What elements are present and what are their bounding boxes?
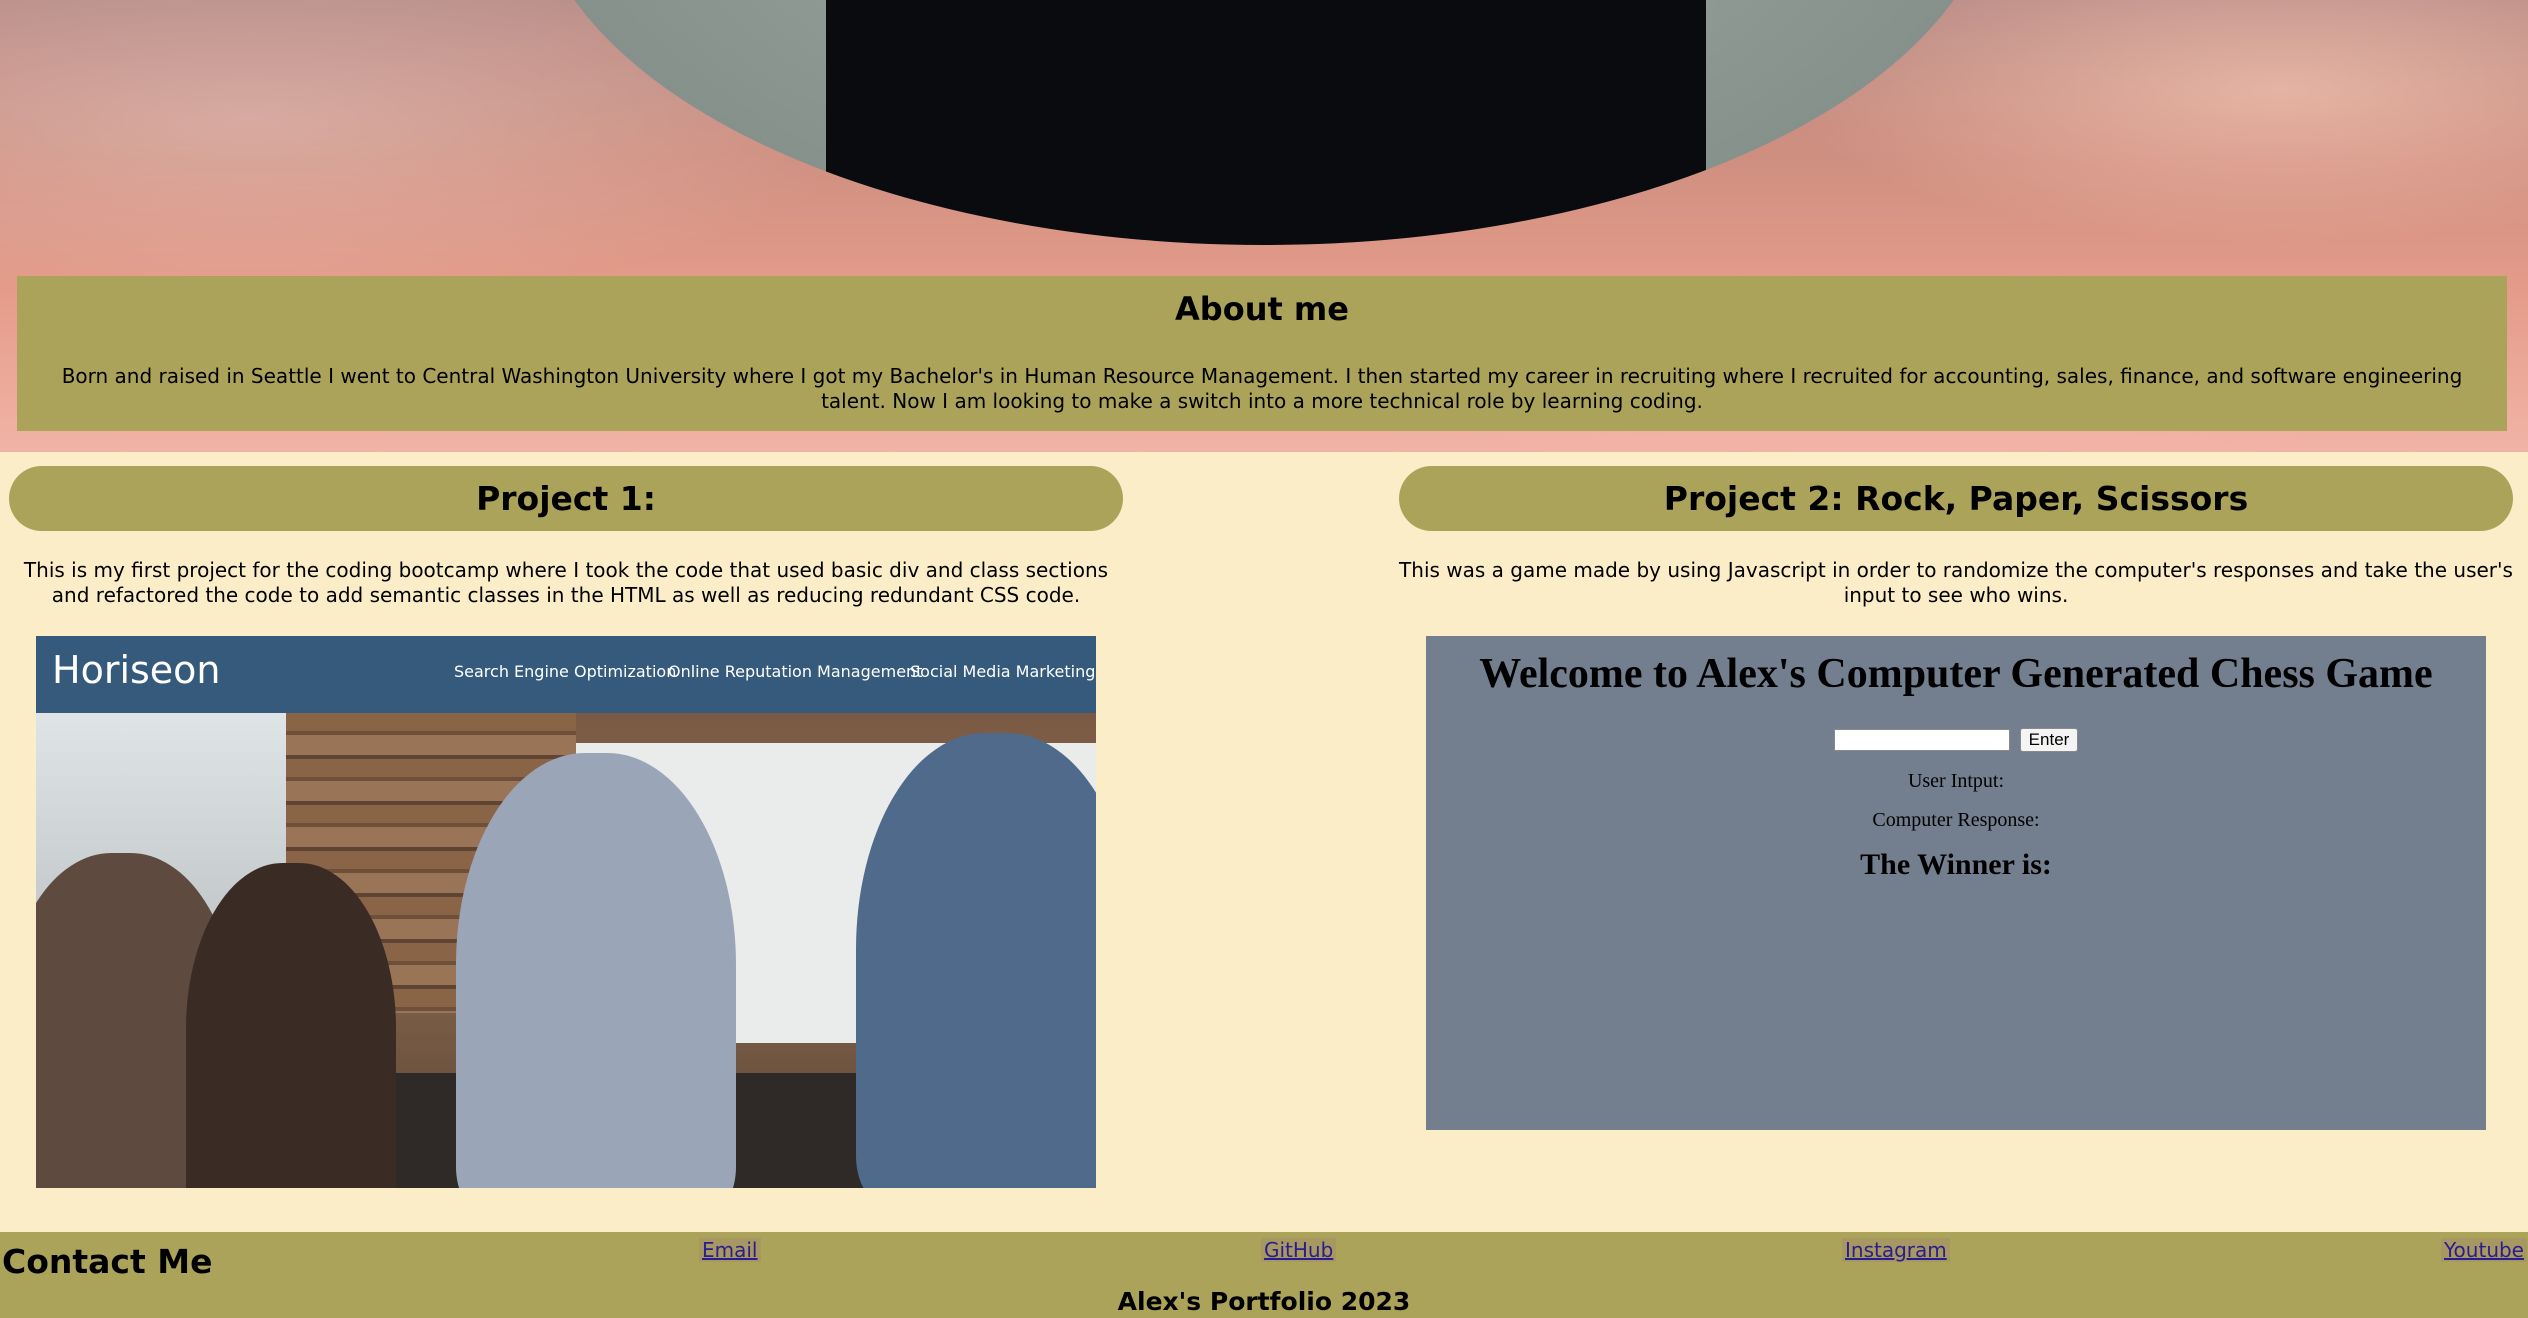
project-2-description: This was a game made by using Javascript…	[1399, 558, 2513, 607]
person-3	[456, 753, 736, 1188]
horiseon-nav-social: Social Media Marketing	[910, 662, 1096, 681]
github-link[interactable]: GitHub	[1261, 1238, 1337, 1262]
person-2	[186, 863, 396, 1188]
footer: Contact Me Email GitHub Instagram Youtub…	[0, 1232, 2528, 1318]
computer-response-label: Computer Response:	[1872, 809, 2040, 831]
user-input-label: User Intput:	[1907, 770, 2005, 792]
about-title: About me	[1175, 290, 1349, 328]
about-section: About me Born and raised in Seattle I we…	[17, 276, 2507, 431]
horiseon-nav-reputation: Online Reputation Management	[668, 662, 923, 681]
project-2-screenshot[interactable]: Welcome to Alex's Computer Generated Che…	[1426, 636, 2486, 1130]
instagram-link[interactable]: Instagram	[1842, 1238, 1950, 1262]
profile-silhouette	[826, 0, 1706, 245]
winner-label: The Winner is:	[1860, 848, 2052, 881]
project-2-title: Project 2: Rock, Paper, Scissors	[1399, 466, 2513, 531]
project-1-screenshot[interactable]: Horiseon Search Engine Optimization Onli…	[36, 636, 1096, 1188]
hero-banner: About me Born and raised in Seattle I we…	[0, 0, 2528, 452]
project-1-title: Project 1:	[9, 466, 1123, 531]
horiseon-logo: Horiseon	[52, 648, 221, 692]
enter-button[interactable]: Enter	[2019, 728, 2079, 752]
person-4	[856, 733, 1096, 1188]
project-1-description: This is my first project for the coding …	[23, 558, 1109, 607]
profile-photo	[530, 0, 1998, 245]
game-input[interactable]	[1833, 729, 2010, 751]
copyright: Alex's Portfolio 2023	[1117, 1287, 1411, 1316]
contact-title: Contact Me	[2, 1242, 213, 1281]
game-heading: Welcome to Alex's Computer Generated Che…	[1479, 651, 2433, 697]
game-form: Enter	[1426, 728, 2486, 754]
youtube-link[interactable]: Youtube	[2441, 1238, 2527, 1262]
horiseon-hero-image	[36, 713, 1096, 1188]
email-link[interactable]: Email	[699, 1238, 761, 1262]
about-text: Born and raised in Seattle I went to Cen…	[61, 364, 2463, 413]
horiseon-header: Horiseon Search Engine Optimization Onli…	[36, 636, 1096, 713]
horiseon-nav-seo: Search Engine Optimization	[454, 662, 677, 681]
